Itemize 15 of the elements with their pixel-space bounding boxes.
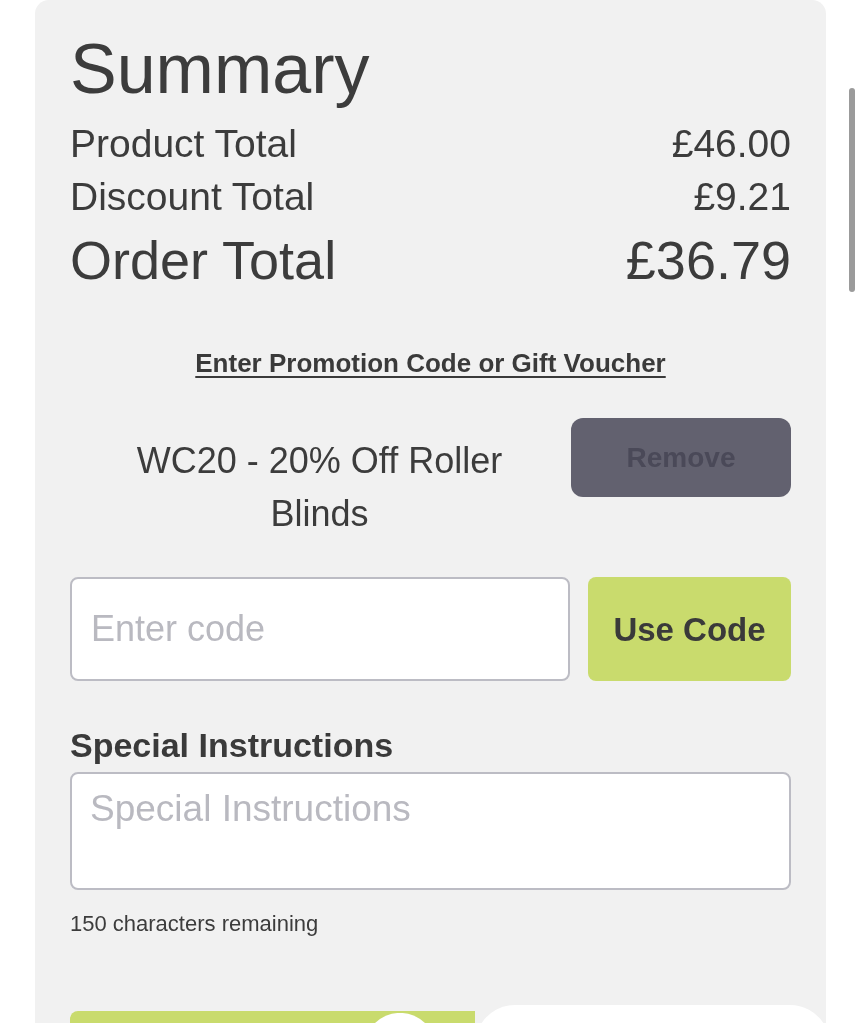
- order-total-label: Order Total: [70, 233, 337, 287]
- floating-circle-menu[interactable]: [375, 1013, 425, 1023]
- promotion-code-link[interactable]: Enter Promotion Code or Gift Voucher: [195, 350, 666, 376]
- summary-line-amount: £9.21: [693, 177, 791, 216]
- applied-promotion-text: WC20 - 20% Off Roller Blinds: [135, 439, 504, 536]
- promo-code-field[interactable]: Enter code: [70, 577, 570, 681]
- action-button[interactable]: [70, 1011, 475, 1023]
- summary-line-label: Discount Total: [70, 177, 315, 216]
- special-instructions-field[interactable]: Special Instructions: [70, 772, 791, 890]
- order-total-amount: £36.79: [625, 233, 791, 287]
- special-instructions-label: Special Instructions: [70, 728, 395, 762]
- summary-line-amount: £46.00: [671, 124, 791, 163]
- characters-remaining-text: 150 characters remaining: [70, 913, 320, 935]
- use-code-button[interactable]: Use Code: [588, 577, 791, 681]
- summary-line-label: Product Total: [70, 124, 297, 163]
